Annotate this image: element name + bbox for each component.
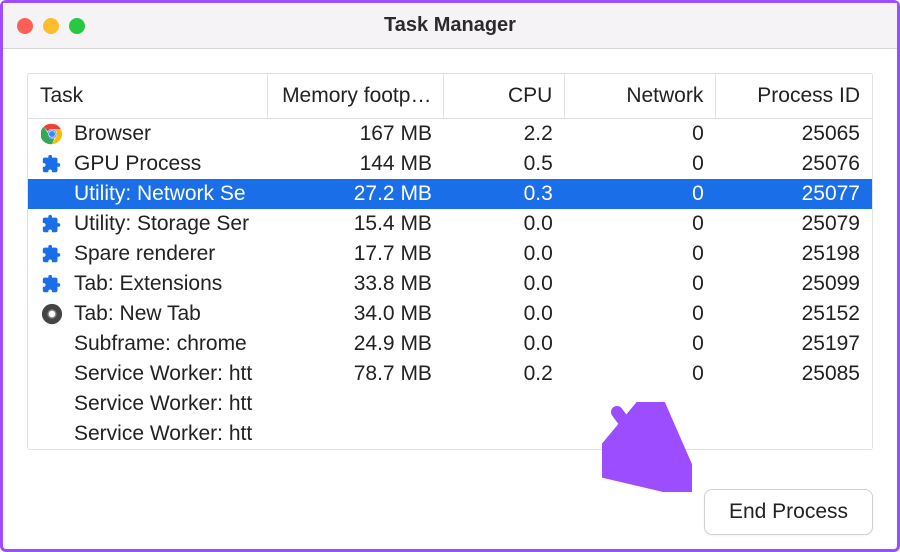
table-row[interactable]: Tab: New Tab 34.0 MB0.0025152 [28,299,872,329]
cell-network: 0 [565,239,716,269]
cell-cpu: 0.0 [444,329,565,359]
cell-pid: 25079 [716,209,872,239]
cell-cpu: 2.2 [444,119,565,150]
cell-memory [268,419,444,449]
cell-pid: 25076 [716,149,872,179]
table-row[interactable]: Subframe: chrome 24.9 MB0.0025197 [28,329,872,359]
footer: End Process [704,489,873,535]
cell-task: Service Worker: htt [28,389,268,419]
cell-network: 0 [565,119,716,150]
cell-memory: 24.9 MB [268,329,444,359]
task-label: Service Worker: htt [74,422,252,446]
titlebar: Task Manager [3,3,897,49]
close-window-button[interactable] [17,18,33,34]
cell-network: 0 [565,149,716,179]
column-header-task[interactable]: Task [28,74,268,119]
window-title: Task Manager [3,14,897,37]
cell-network: 0 [565,179,716,209]
table-row[interactable]: Spare renderer 17.7 MB0.0025198 [28,239,872,269]
task-label: Tab: Extensions [74,272,222,296]
minimize-window-button[interactable] [43,18,59,34]
end-process-button[interactable]: End Process [704,489,873,535]
cell-network: 0 [565,299,716,329]
cell-task: Subframe: chrome [28,329,268,359]
column-header-pid[interactable]: Process ID [716,74,872,119]
cell-pid: 25085 [716,359,872,389]
cell-memory: 167 MB [268,119,444,150]
cell-cpu [444,419,565,449]
column-header-memory[interactable]: Memory footp… [268,74,444,119]
puzzle-icon [40,212,64,236]
cell-memory: 34.0 MB [268,299,444,329]
cell-memory: 78.7 MB [268,359,444,389]
table-row[interactable]: Browser 167 MB2.2025065 [28,119,872,150]
cell-task: Service Worker: htt [28,419,268,449]
cell-task: Spare renderer [28,239,268,269]
table-row[interactable]: Tab: Extensions 33.8 MB0.0025099 [28,269,872,299]
cell-network [565,419,716,449]
task-label: Tab: New Tab [74,302,201,326]
table-row[interactable]: GPU Process 144 MB0.5025076 [28,149,872,179]
puzzle-icon [40,242,64,266]
cell-memory: 33.8 MB [268,269,444,299]
cell-task: Browser [28,119,268,149]
puzzle-icon [40,182,64,206]
traffic-lights [17,18,85,34]
cell-task: Utility: Storage Ser [28,209,268,239]
puzzle-icon [40,272,64,296]
cell-cpu: 0.0 [444,209,565,239]
cell-task: Service Worker: htt [28,359,268,389]
cell-cpu: 0.2 [444,359,565,389]
column-header-cpu[interactable]: CPU [444,74,565,119]
task-label: Utility: Storage Ser [74,212,249,236]
task-label: Utility: Network Se [74,182,246,206]
chrome-gray-icon [40,302,64,326]
task-label: Service Worker: htt [74,392,252,416]
cell-pid [716,389,872,419]
cell-memory: 144 MB [268,149,444,179]
cell-cpu: 0.3 [444,179,565,209]
cell-network: 0 [565,269,716,299]
cell-memory [268,389,444,419]
task-label: Service Worker: htt [74,362,252,386]
task-label: GPU Process [74,152,201,176]
maximize-window-button[interactable] [69,18,85,34]
table-header-row: Task Memory footp… CPU Network Process I… [28,74,872,119]
cell-memory: 17.7 MB [268,239,444,269]
task-label: Subframe: chrome [74,332,247,356]
cell-task: GPU Process [28,149,268,179]
column-header-network[interactable]: Network [565,74,716,119]
cell-cpu: 0.5 [444,149,565,179]
cell-cpu [444,389,565,419]
process-table: Task Memory footp… CPU Network Process I… [27,73,873,450]
cell-network: 0 [565,329,716,359]
task-label: Spare renderer [74,242,215,266]
chrome-icon [40,122,64,146]
cell-pid [716,419,872,449]
cell-pid: 25065 [716,119,872,150]
cell-pid: 25197 [716,329,872,359]
cell-task: Tab: Extensions [28,269,268,299]
task-label: Browser [74,122,151,146]
cell-memory: 27.2 MB [268,179,444,209]
table-row[interactable]: Service Worker: htt 78.7 MB0.2025085 [28,359,872,389]
cell-pid: 25077 [716,179,872,209]
cell-network [565,389,716,419]
cell-cpu: 0.0 [444,239,565,269]
cell-pid: 25152 [716,299,872,329]
cell-network: 0 [565,359,716,389]
cell-pid: 25099 [716,269,872,299]
table-row[interactable]: Utility: Network Se 27.2 MB0.3025077 [28,179,872,209]
table-row[interactable]: Service Worker: htt [28,419,872,449]
cell-cpu: 0.0 [444,299,565,329]
cell-network: 0 [565,209,716,239]
table-row[interactable]: Service Worker: htt [28,389,872,419]
cell-cpu: 0.0 [444,269,565,299]
cell-task: Utility: Network Se [28,179,268,209]
cell-pid: 25198 [716,239,872,269]
table-row[interactable]: Utility: Storage Ser 15.4 MB0.0025079 [28,209,872,239]
cell-task: Tab: New Tab [28,299,268,329]
puzzle-icon [40,152,64,176]
cell-memory: 15.4 MB [268,209,444,239]
